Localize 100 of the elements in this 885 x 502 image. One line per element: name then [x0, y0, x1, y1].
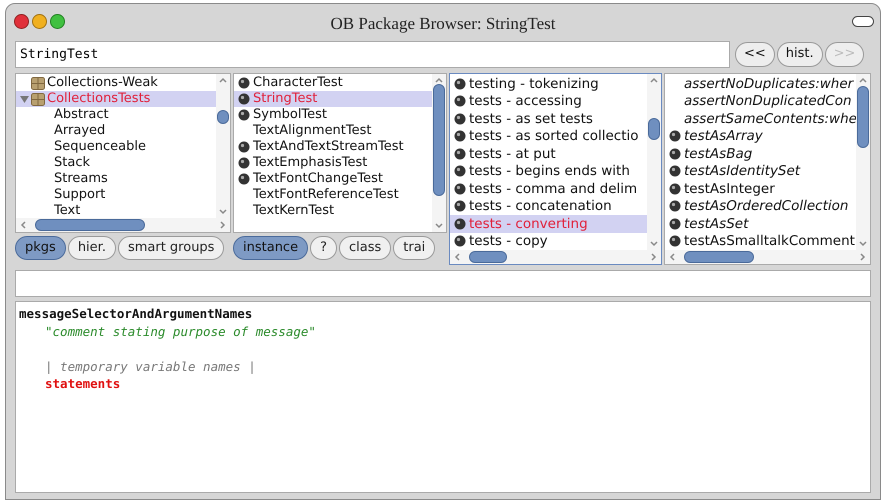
scrollbar-thumb[interactable] — [433, 84, 445, 196]
chevron-down-icon[interactable] — [858, 240, 868, 248]
scrollbar-thumb[interactable] — [684, 251, 754, 263]
window-title: OB Package Browser: StringTest — [330, 13, 556, 35]
chevron-up-icon[interactable] — [434, 76, 444, 84]
history-button[interactable]: << — [735, 42, 775, 66]
search-field[interactable]: StringTest — [15, 40, 730, 68]
chevron-up-icon[interactable] — [649, 76, 659, 84]
maximize-button[interactable] — [50, 14, 65, 28]
method-dot-icon — [669, 130, 681, 142]
protocol-item[interactable]: tests - concatenation — [450, 198, 647, 215]
method-item[interactable]: assertSameContents:whe — [665, 110, 856, 128]
collapse-button[interactable] — [852, 16, 874, 27]
method-dot-icon — [238, 173, 250, 185]
package-item[interactable]: Arrayed — [16, 123, 216, 139]
class-item[interactable]: TextFontReferenceTest — [234, 187, 432, 203]
package-icon — [31, 92, 45, 106]
method-dot-icon — [454, 200, 466, 212]
toggle-button[interactable]: smart groups — [118, 236, 224, 260]
protocol-item[interactable]: tests - comma and delim — [450, 180, 647, 198]
chevron-left-icon[interactable] — [453, 252, 461, 262]
chevron-down-icon[interactable] — [434, 222, 444, 230]
horizontal-scrollbar[interactable] — [665, 250, 870, 264]
method-item[interactable]: testAsInteger — [665, 180, 856, 198]
class-item[interactable]: TextFontChangeTest — [234, 171, 432, 187]
toggle-button[interactable]: class — [338, 236, 392, 260]
package-item[interactable]: Sequenceable — [16, 139, 216, 155]
class-item[interactable]: CharacterTest — [234, 75, 432, 91]
method-item[interactable]: assertNoDuplicates:wher — [665, 75, 856, 92]
chevron-down-icon[interactable] — [218, 208, 228, 216]
chevron-right-icon[interactable] — [859, 252, 867, 262]
toggle-button[interactable]: hier. — [68, 236, 116, 260]
package-icon — [31, 76, 45, 90]
horizontal-scrollbar[interactable] — [16, 218, 230, 232]
protocol-item[interactable]: tests - as set tests — [450, 110, 647, 128]
vertical-scrollbar[interactable] — [647, 74, 661, 250]
scrollbar-thumb[interactable] — [469, 251, 507, 263]
class-item[interactable]: SymbolTest — [234, 107, 432, 123]
disclosure-triangle-icon[interactable] — [20, 94, 29, 104]
code-editor[interactable]: messageSelectorAndArgumentNames "comment stating purpose of message" | temporary variable names | statements — [15, 301, 871, 493]
method-selector: messageSelectorAndArgumentNames — [19, 305, 252, 322]
close-button[interactable] — [14, 14, 29, 28]
method-dot-icon — [669, 148, 681, 160]
package-item[interactable]: Text — [16, 203, 216, 218]
package-item[interactable]: Stack — [16, 155, 216, 171]
package-item[interactable]: Abstract — [16, 107, 216, 123]
method-item[interactable]: testAsIdentitySet — [665, 162, 856, 180]
protocol-item[interactable]: tests - accessing — [450, 92, 647, 110]
class-item[interactable]: TextAndTextStreamTest — [234, 139, 432, 155]
method-dot-icon — [669, 200, 681, 212]
text-field[interactable] — [15, 270, 871, 297]
protocol-item[interactable]: tests - copy — [450, 232, 647, 250]
method-dot-icon — [454, 218, 466, 230]
chevron-up-icon[interactable] — [858, 76, 868, 84]
chevron-right-icon[interactable] — [219, 220, 227, 230]
class-item[interactable]: TextAlignmentTest — [234, 123, 432, 139]
vertical-scrollbar[interactable] — [432, 74, 446, 232]
package-item[interactable]: Support — [16, 187, 216, 203]
scrollbar-thumb[interactable] — [217, 110, 229, 124]
temporary-variables: | temporary variable names | — [44, 358, 256, 375]
class-item[interactable]: TextKernTest — [234, 203, 432, 219]
history-button[interactable]: hist. — [776, 42, 823, 66]
method-item[interactable]: testAsSet — [665, 215, 856, 232]
scrollbar-thumb[interactable] — [857, 86, 869, 148]
protocol-item[interactable]: testing - tokenizing — [450, 75, 647, 92]
vertical-scrollbar[interactable] — [216, 74, 230, 218]
vertical-scrollbar[interactable] — [856, 74, 870, 250]
method-item[interactable]: testAsOrderedCollection — [665, 198, 856, 215]
scrollbar-thumb[interactable] — [648, 118, 660, 140]
chevron-left-icon[interactable] — [668, 252, 676, 262]
method-dot-icon — [454, 148, 466, 160]
method-dot-icon — [669, 235, 681, 248]
toggle-button[interactable]: instance — [233, 236, 308, 260]
chevron-up-icon[interactable] — [218, 76, 228, 84]
method-dot-icon — [454, 130, 466, 142]
class-item[interactable]: TextEmphasisTest — [234, 155, 432, 171]
protocol-item[interactable]: tests - begins ends with — [450, 162, 647, 180]
protocol-item[interactable]: tests - as sorted collectio — [450, 128, 647, 145]
method-item[interactable]: testAsArray — [665, 128, 856, 145]
method-item[interactable]: testAsSmalltalkComment — [665, 232, 856, 250]
toggle-button[interactable]: trai — [393, 236, 436, 260]
toggle-button[interactable]: pkgs — [15, 236, 66, 260]
toggle-button[interactable]: ? — [310, 236, 337, 260]
protocol-item[interactable]: tests - at put — [450, 145, 647, 162]
minimize-button[interactable] — [32, 14, 47, 28]
package-item[interactable]: Collections-Weak — [16, 75, 216, 91]
method-dot-icon — [238, 93, 250, 105]
method-dot-icon — [454, 165, 466, 178]
chevron-left-icon[interactable] — [19, 220, 27, 230]
chevron-down-icon[interactable] — [649, 240, 659, 248]
method-dot-icon — [454, 112, 466, 125]
package-item[interactable]: Streams — [16, 171, 216, 187]
method-dot-icon — [238, 141, 250, 153]
method-item[interactable]: assertNonDuplicatedCon — [665, 92, 856, 110]
method-item[interactable]: testAsBag — [665, 145, 856, 162]
scrollbar-thumb[interactable] — [35, 219, 145, 231]
method-statements: statements — [44, 375, 120, 392]
method-dot-icon — [454, 95, 466, 108]
horizontal-scrollbar[interactable] — [450, 250, 661, 264]
chevron-right-icon[interactable] — [650, 252, 658, 262]
